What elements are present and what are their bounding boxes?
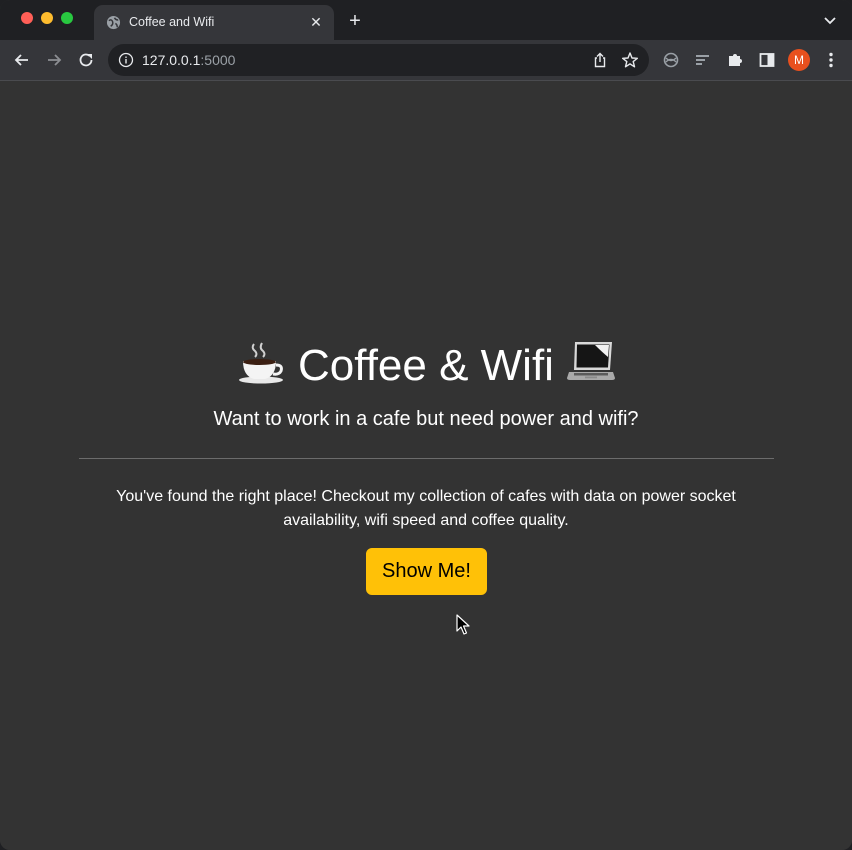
minimize-window-button[interactable] (41, 12, 53, 24)
url-port: :5000 (200, 52, 236, 68)
page-content: Coffee & Wifi Want to work in a cafe but… (0, 82, 852, 850)
profile-avatar[interactable]: M (788, 49, 810, 71)
more-menu-icon[interactable] (821, 50, 841, 70)
tab-title: Coffee and Wifi (129, 15, 215, 29)
address-bar[interactable]: 127.0.0.1:5000 (108, 44, 649, 76)
laptop-icon (567, 342, 616, 380)
page-subtitle: Want to work in a cafe but need power an… (213, 408, 639, 430)
share-icon[interactable] (591, 51, 609, 69)
back-icon[interactable] (12, 50, 32, 70)
intro-text: You've found the right place! Checkout m… (116, 488, 736, 529)
mouse-cursor-icon (456, 614, 470, 635)
reload-icon[interactable] (76, 50, 96, 70)
extensions-puzzle-icon[interactable] (725, 50, 745, 70)
page-title: Coffee & Wifi (0, 340, 852, 391)
divider (79, 458, 774, 459)
close-window-button[interactable] (21, 12, 33, 24)
extension-lens-icon[interactable] (661, 50, 681, 70)
browser-toolbar: 127.0.0.1:5000 M (0, 40, 852, 81)
url-text: 127.0.0.1:5000 (142, 52, 235, 68)
bookmark-star-icon[interactable] (621, 51, 639, 69)
reading-list-icon[interactable] (693, 50, 713, 70)
page-title-text: Coffee & Wifi (298, 341, 554, 390)
url-host: 127.0.0.1 (142, 52, 201, 68)
browser-tab[interactable]: Coffee and Wifi ✕ (94, 5, 334, 40)
tab-close-button[interactable]: ✕ (308, 14, 324, 30)
show-me-button[interactable]: Show Me! (366, 548, 487, 595)
forward-icon[interactable] (44, 50, 64, 70)
new-tab-button[interactable]: + (345, 11, 365, 31)
coffee-cup-icon (238, 342, 283, 384)
side-panel-icon[interactable] (757, 50, 777, 70)
tab-strip: Coffee and Wifi ✕ + (0, 0, 852, 40)
chevron-down-icon[interactable] (822, 12, 838, 28)
globe-icon (106, 15, 121, 30)
maximize-window-button[interactable] (61, 12, 73, 24)
info-icon[interactable] (118, 52, 134, 68)
browser-window: Coffee and Wifi ✕ + 127.0.0.1:5000 M Cof… (0, 0, 852, 850)
